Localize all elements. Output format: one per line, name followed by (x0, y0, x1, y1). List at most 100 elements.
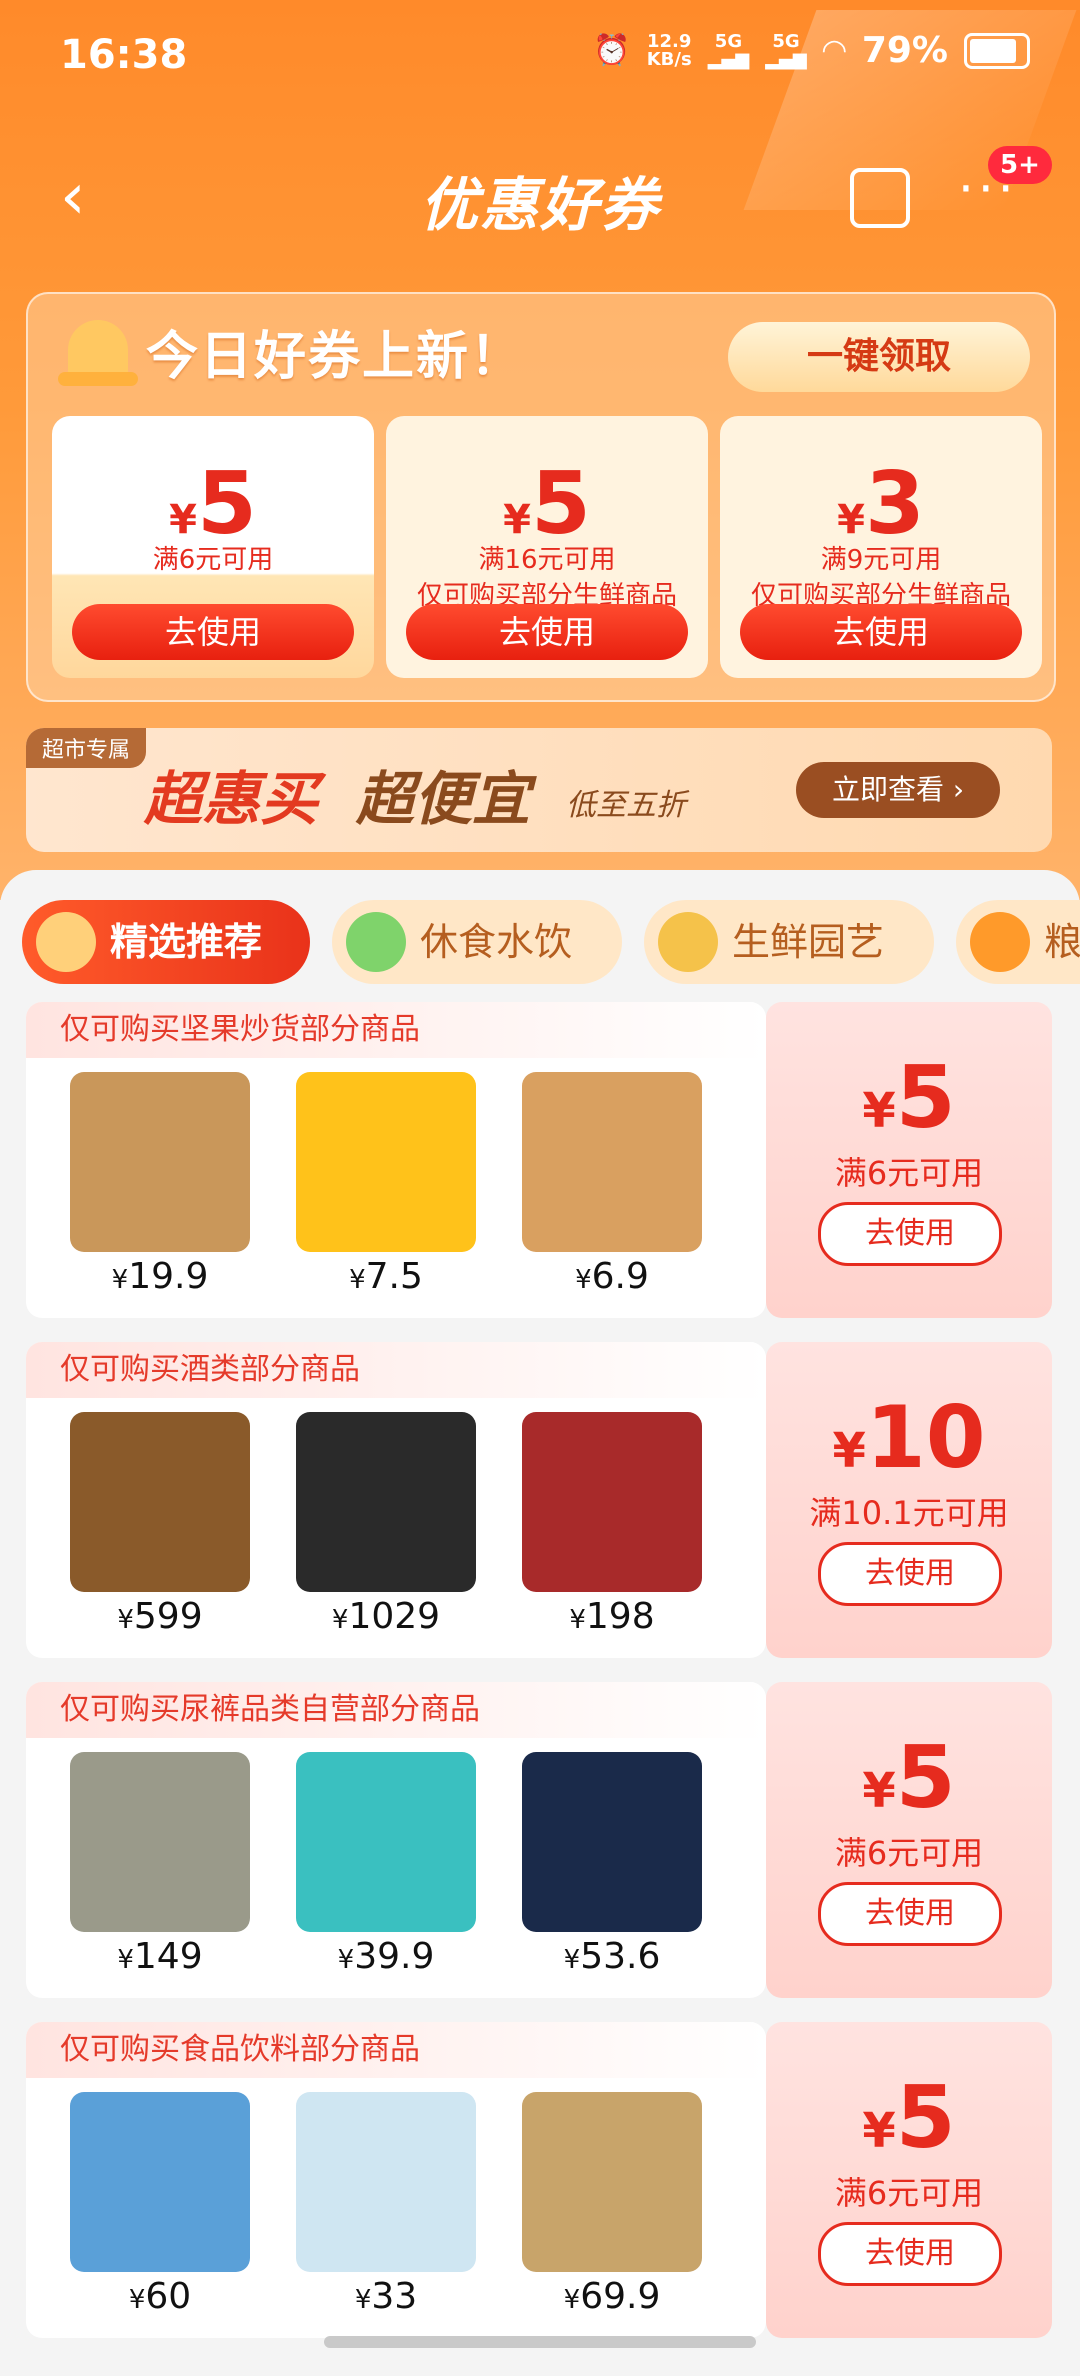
product-item[interactable]: ¥599 (60, 1412, 260, 1652)
coupon-ticket: ¥5 满6元可用 去使用 (766, 1002, 1052, 1318)
coupon-panel: 今日好券上新！ 一键领取 ¥5 满6元可用 去使用 ¥5 满16元可用 仅可购买部… (26, 292, 1056, 702)
coupon-row: ¥5 满6元可用 去使用 ¥5 满16元可用 仅可购买部分生鲜商品 去使用 ¥3 … (52, 416, 1052, 682)
view-now-button[interactable]: 立即查看 › (796, 762, 1000, 818)
tab-snacks-drinks[interactable]: 休食水饮 (332, 900, 622, 984)
product-item[interactable]: ¥19.9 (60, 1072, 260, 1312)
status-time: 16:38 (60, 32, 188, 78)
ticket-condition: 满6元可用 (834, 2174, 984, 2212)
product-item[interactable]: ¥1029 (286, 1412, 486, 1652)
durian-icon (658, 912, 718, 972)
product-price: ¥599 (117, 1596, 203, 1637)
ticket-condition: 满10.1元可用 (809, 1494, 1009, 1532)
net-speed: 12.9 KB/s (646, 30, 692, 70)
goods-panel[interactable]: 仅可购买坚果炒货部分商品 ¥19.9 ¥7.5 ¥6.9 (26, 1002, 766, 1318)
coupon-goods-card: 仅可购买酒类部分商品 ¥599 ¥1029 ¥198 ¥10 满10.1元可用 … (26, 1342, 1052, 1658)
product-image (70, 1412, 250, 1592)
product-price: ¥33 (354, 2276, 418, 2317)
goods-panel[interactable]: 仅可购买酒类部分商品 ¥599 ¥1029 ¥198 (26, 1342, 766, 1658)
coupon-card: ¥5 满6元可用 去使用 (52, 416, 374, 678)
ticket-amount: ¥10 (832, 1388, 986, 1488)
tab-selected-recommend[interactable]: 精选推荐 (22, 900, 310, 984)
product-item[interactable]: ¥149 (60, 1752, 260, 1992)
goods-scope-title: 仅可购买尿裤品类自营部分商品 (26, 1682, 766, 1738)
product-item[interactable]: ¥6.9 (512, 1072, 712, 1312)
tab-fresh-garden[interactable]: 生鲜园艺 (644, 900, 934, 984)
use-coupon-button[interactable]: 去使用 (72, 604, 354, 660)
banner-subtitle: 低至五折 (566, 788, 686, 823)
banner-headline-2: 超便宜 (356, 765, 531, 833)
goods-panel[interactable]: 仅可购买食品饮料部分商品 ¥60 ¥33 ¥69.9 (26, 2022, 766, 2338)
product-item[interactable]: ¥69.9 (512, 2092, 712, 2332)
coupon-ticket: ¥5 满6元可用 去使用 (766, 1682, 1052, 1998)
product-price: ¥6.9 (575, 1256, 649, 1297)
status-icons: ⏰ 12.9 KB/s 5G ▂▄▆ 5G ▂▄▆ ◠ 79% (593, 30, 1030, 71)
coupon-card: ¥5 满16元可用 仅可购买部分生鲜商品 去使用 (386, 416, 708, 678)
product-item[interactable]: ¥33 (286, 2092, 486, 2332)
product-price: ¥198 (569, 1596, 655, 1637)
banner-tag: 超市专属 (26, 728, 147, 768)
product-image (522, 1412, 702, 1592)
product-price: ¥19.9 (111, 1256, 209, 1297)
product-item[interactable]: ¥198 (512, 1412, 712, 1652)
product-item[interactable]: ¥53.6 (512, 1752, 712, 1992)
product-image (296, 1072, 476, 1252)
coupon-goods-card: 仅可购买坚果炒货部分商品 ¥19.9 ¥7.5 ¥6.9 ¥5 满6元可用 去使… (26, 1002, 1052, 1318)
use-coupon-button[interactable]: 去使用 (818, 1202, 1002, 1266)
status-bar: 16:38 ⏰ 12.9 KB/s 5G ▂▄▆ 5G ▂▄▆ ◠ 79% (0, 0, 1080, 110)
product-item[interactable]: ¥39.9 (286, 1752, 486, 1992)
use-coupon-button[interactable]: 去使用 (818, 2222, 1002, 2286)
ticket-amount: ¥5 (862, 1728, 956, 1828)
coupon-goods-card: 仅可购买尿裤品类自营部分商品 ¥149 ¥39.9 ¥53.6 ¥5 满6元可用… (26, 1682, 1052, 1998)
product-price: ¥7.5 (349, 1256, 423, 1297)
product-image (522, 1072, 702, 1252)
ticket-amount: ¥5 (862, 1048, 956, 1148)
product-item[interactable]: ¥60 (60, 2092, 260, 2332)
product-image (296, 1752, 476, 1932)
tab-grain[interactable]: 粮 (956, 900, 1080, 984)
alarm-icon: ⏰ (593, 33, 631, 68)
product-price: ¥53.6 (563, 1936, 661, 1977)
signal-5g-1: 5G ▂▄▆ (707, 30, 750, 70)
product-image (522, 1752, 702, 1932)
coupon-icon (36, 912, 96, 972)
use-coupon-button[interactable]: 去使用 (406, 604, 688, 660)
product-price: ¥1029 (331, 1596, 441, 1637)
goods-scope-title: 仅可购买食品饮料部分商品 (26, 2022, 766, 2078)
drink-icon (346, 912, 406, 972)
coupon-amount: ¥5 (169, 454, 257, 554)
battery-icon (964, 32, 1030, 69)
signal-5g-2: 5G ▂▄▆ (765, 30, 807, 70)
goods-scope-title: 仅可购买坚果炒货部分商品 (26, 1002, 766, 1058)
use-coupon-button[interactable]: 去使用 (818, 1542, 1002, 1606)
coupon-amount: ¥3 (837, 454, 925, 554)
page-title: 优惠好券 (419, 171, 660, 239)
product-price: ¥149 (117, 1936, 203, 1977)
banner-headline-1: 超惠买 (144, 765, 319, 833)
product-price: ¥60 (128, 2276, 192, 2317)
coupon-condition: 满6元可用 (152, 545, 274, 575)
share-icon[interactable] (850, 168, 910, 228)
home-indicator[interactable] (324, 2336, 756, 2348)
coupon-panel-title: 今日好券上新！ (146, 327, 525, 387)
product-image (522, 2092, 702, 2272)
product-image (296, 1412, 476, 1592)
goods-panel[interactable]: 仅可购买尿裤品类自营部分商品 ¥149 ¥39.9 ¥53.6 (26, 1682, 766, 1998)
promo-banner[interactable]: 超市专属 超惠买 超便宜 低至五折 立即查看 › (26, 728, 1052, 852)
coupon-list: 精选推荐 休食水饮 生鲜园艺 粮 仅可购买坚果炒货部分商品 ¥19.9 ¥7.5 (0, 870, 1080, 2376)
coupon-card: ¥3 满9元可用 仅可购买部分生鲜商品 去使用 (720, 416, 1042, 678)
category-tabs: 精选推荐 休食水饮 生鲜园艺 粮 (0, 892, 1080, 992)
notification-badge: 5+ (988, 146, 1052, 184)
product-image (70, 1752, 250, 1932)
ticket-condition: 满6元可用 (834, 1834, 984, 1872)
product-item[interactable]: ¥7.5 (286, 1072, 486, 1312)
product-image (296, 2092, 476, 2272)
claim-all-button[interactable]: 一键领取 (728, 322, 1030, 392)
product-image (70, 1072, 250, 1252)
use-coupon-button[interactable]: 去使用 (740, 604, 1022, 660)
battery-percent: 79% (861, 30, 948, 71)
coupon-ticket: ¥10 满10.1元可用 去使用 (766, 1342, 1052, 1658)
use-coupon-button[interactable]: 去使用 (818, 1882, 1002, 1946)
wifi-icon: ◠ (822, 33, 846, 68)
product-image (70, 2092, 250, 2272)
oil-icon (970, 912, 1030, 972)
